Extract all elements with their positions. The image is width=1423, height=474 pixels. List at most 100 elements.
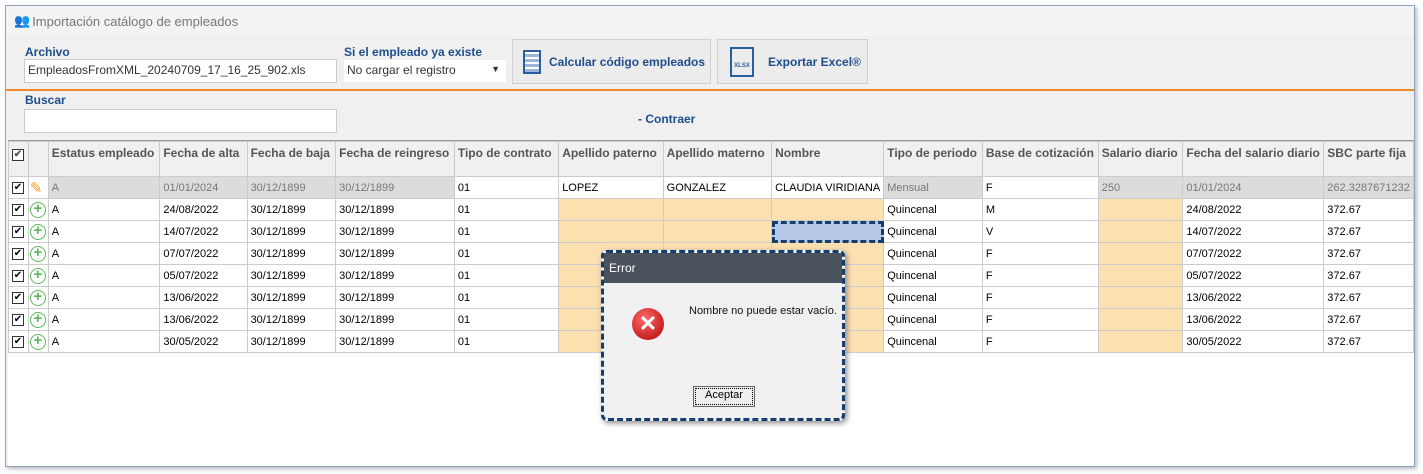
- table-cell[interactable]: 01: [453, 286, 560, 309]
- add-icon[interactable]: +: [29, 267, 46, 284]
- table-cell[interactable]: M: [981, 198, 1099, 221]
- table-cell[interactable]: Quincenal: [883, 220, 983, 243]
- row-status-icon[interactable]: +: [27, 198, 49, 221]
- table-cell[interactable]: [771, 220, 885, 243]
- table-cell[interactable]: A: [47, 242, 161, 265]
- table-cell[interactable]: 30/12/1899: [335, 264, 455, 287]
- table-cell[interactable]: Quincenal: [883, 242, 983, 265]
- add-icon[interactable]: +: [29, 289, 46, 306]
- table-cell[interactable]: F: [981, 242, 1099, 265]
- table-cell[interactable]: 05/07/2022: [159, 264, 248, 287]
- table-cell[interactable]: A: [47, 198, 161, 221]
- table-cell[interactable]: 30/12/1899: [246, 242, 337, 265]
- table-cell[interactable]: 372.67: [1323, 286, 1414, 309]
- table-cell[interactable]: F: [981, 286, 1099, 309]
- table-cell[interactable]: 01: [453, 220, 560, 243]
- row-checkbox[interactable]: ✔: [12, 248, 24, 260]
- table-cell[interactable]: 372.67: [1323, 220, 1414, 243]
- table-cell[interactable]: [1097, 220, 1184, 243]
- edit-icon[interactable]: ✎: [30, 180, 43, 197]
- select-all-checkbox[interactable]: ✔: [8, 141, 29, 177]
- column-header[interactable]: Nombre: [771, 141, 885, 177]
- add-icon[interactable]: +: [29, 311, 46, 328]
- table-cell[interactable]: [662, 220, 773, 243]
- table-cell[interactable]: 372.67: [1323, 198, 1414, 221]
- table-cell[interactable]: 30/12/1899: [335, 308, 455, 331]
- table-cell[interactable]: 01: [453, 330, 560, 353]
- table-cell[interactable]: 372.67: [1323, 330, 1414, 353]
- row-status-icon[interactable]: +: [27, 330, 49, 353]
- table-cell[interactable]: [1097, 242, 1184, 265]
- row-checkbox[interactable]: ✔: [12, 204, 24, 216]
- add-icon[interactable]: +: [29, 333, 46, 350]
- table-cell[interactable]: 372.67: [1323, 308, 1414, 331]
- table-cell[interactable]: 07/07/2022: [1182, 242, 1325, 265]
- table-cell[interactable]: Quincenal: [883, 286, 983, 309]
- table-cell[interactable]: 14/07/2022: [159, 220, 248, 243]
- column-header[interactable]: Fecha de reingreso: [335, 141, 455, 177]
- table-cell[interactable]: [1097, 308, 1184, 331]
- table-cell[interactable]: [1097, 198, 1184, 221]
- table-cell[interactable]: 30/12/1899: [246, 264, 337, 287]
- table-cell[interactable]: 01: [453, 198, 560, 221]
- table-cell[interactable]: 30/12/1899: [246, 308, 337, 331]
- existe-select[interactable]: No cargar el registro ▼: [343, 59, 507, 83]
- table-cell[interactable]: A: [47, 286, 161, 309]
- table-cell[interactable]: [1097, 286, 1184, 309]
- table-cell[interactable]: Quincenal: [883, 308, 983, 331]
- table-cell[interactable]: 30/12/1899: [246, 286, 337, 309]
- table-cell[interactable]: 07/07/2022: [159, 242, 248, 265]
- table-cell[interactable]: A: [47, 308, 161, 331]
- table-cell[interactable]: V: [981, 220, 1099, 243]
- table-cell[interactable]: 01: [453, 242, 560, 265]
- row-status-icon[interactable]: +: [27, 308, 49, 331]
- row-select[interactable]: ✔: [8, 220, 29, 243]
- table-cell[interactable]: CLAUDIA VIRIDIANA: [771, 176, 885, 199]
- row-checkbox[interactable]: ✔: [12, 270, 24, 282]
- table-cell[interactable]: 262.3287671232: [1323, 176, 1414, 199]
- table-cell[interactable]: 24/08/2022: [1182, 198, 1325, 221]
- table-cell[interactable]: 01/01/2024: [1182, 176, 1325, 199]
- column-header[interactable]: Apellido paterno: [558, 141, 664, 177]
- exportar-button[interactable]: XLSX Exportar Excel®: [717, 39, 868, 84]
- table-cell[interactable]: 13/06/2022: [159, 308, 248, 331]
- table-cell[interactable]: 30/12/1899: [335, 286, 455, 309]
- table-cell[interactable]: [558, 198, 664, 221]
- table-cell[interactable]: Mensual: [883, 176, 983, 199]
- add-icon[interactable]: +: [29, 245, 46, 262]
- table-cell[interactable]: A: [47, 220, 161, 243]
- aceptar-button[interactable]: Aceptar: [693, 386, 755, 407]
- column-header[interactable]: Apellido materno: [662, 141, 773, 177]
- table-row[interactable]: ✔ ✎ A 01/01/2024 30/12/1899 30/12/1899 01 LOPEZ…: [8, 176, 1414, 199]
- column-header[interactable]: Estatus empleado: [47, 141, 161, 177]
- column-header[interactable]: SBC parte fija: [1323, 141, 1414, 177]
- table-cell[interactable]: 30/12/1899: [335, 330, 455, 353]
- add-icon[interactable]: +: [29, 201, 46, 218]
- table-cell[interactable]: 13/06/2022: [1182, 286, 1325, 309]
- row-select[interactable]: ✔: [8, 264, 29, 287]
- row-status-icon[interactable]: +: [27, 264, 49, 287]
- table-cell[interactable]: 13/06/2022: [159, 286, 248, 309]
- row-status-icon[interactable]: ✎: [27, 176, 49, 199]
- table-cell[interactable]: 30/12/1899: [246, 330, 337, 353]
- table-cell[interactable]: LOPEZ: [558, 176, 664, 199]
- row-select[interactable]: ✔: [8, 176, 29, 199]
- column-header[interactable]: Fecha de baja: [246, 141, 337, 177]
- column-header[interactable]: Fecha del salario diario: [1182, 141, 1325, 177]
- table-cell[interactable]: 30/12/1899: [246, 176, 337, 199]
- column-header[interactable]: Fecha de alta: [159, 141, 248, 177]
- row-status-icon[interactable]: +: [27, 220, 49, 243]
- row-select[interactable]: ✔: [8, 286, 29, 309]
- table-cell[interactable]: F: [981, 308, 1099, 331]
- archivo-input[interactable]: EmpleadosFromXML_20240709_17_16_25_902.x…: [24, 59, 337, 83]
- row-checkbox[interactable]: ✔: [12, 314, 24, 326]
- table-cell[interactable]: Quincenal: [883, 330, 983, 353]
- buscar-input[interactable]: [24, 109, 337, 133]
- table-cell[interactable]: A: [47, 176, 161, 199]
- table-cell[interactable]: 01: [453, 264, 560, 287]
- row-select[interactable]: ✔: [8, 330, 29, 353]
- table-cell[interactable]: 30/12/1899: [335, 242, 455, 265]
- calcular-button[interactable]: Calcular código empleados: [512, 39, 711, 84]
- table-cell[interactable]: 30/12/1899: [246, 220, 337, 243]
- table-cell[interactable]: A: [47, 330, 161, 353]
